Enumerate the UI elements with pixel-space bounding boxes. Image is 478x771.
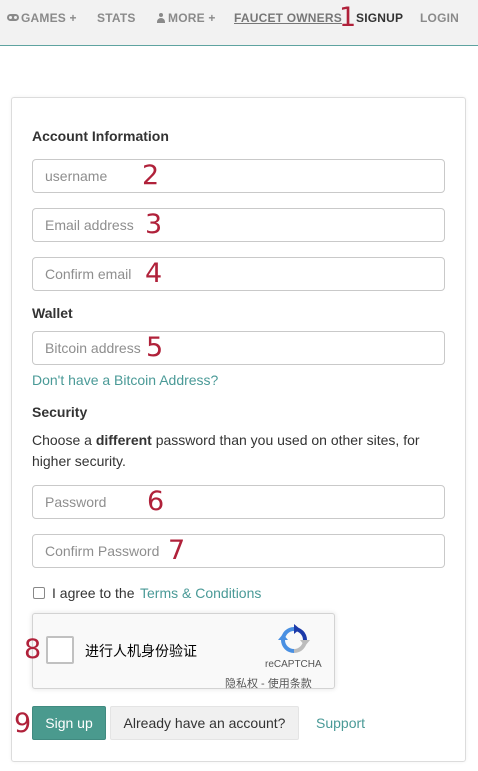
account-information-heading: Account Information: [32, 128, 169, 144]
annotation-9: 9: [14, 708, 32, 739]
top-navbar: GAMES + STATS MORE + FAUCET OWNERS SIGNU…: [0, 0, 478, 46]
email-input[interactable]: [32, 208, 445, 242]
annotation-8: 8: [24, 634, 42, 665]
nav-more-label: MORE +: [168, 11, 216, 25]
nav-signup[interactable]: SIGNUP: [356, 11, 403, 25]
security-text-bold: different: [95, 432, 152, 448]
gamepad-icon: [7, 14, 19, 21]
recaptcha-brand: reCAPTCHA: [265, 659, 322, 670]
agree-terms-checkbox[interactable]: [33, 587, 45, 599]
bitcoin-address-input[interactable]: [32, 331, 445, 365]
signup-button[interactable]: Sign up: [32, 706, 106, 740]
nav-faucet-owners[interactable]: FAUCET OWNERS: [234, 11, 342, 25]
already-have-account-button[interactable]: Already have an account?: [110, 706, 299, 740]
nav-games-label: GAMES +: [21, 11, 77, 25]
recaptcha-logo-icon: [278, 624, 310, 653]
annotation-5: 5: [146, 332, 164, 363]
user-icon: [156, 13, 166, 23]
password-input[interactable]: [32, 485, 445, 519]
annotation-6: 6: [147, 486, 165, 517]
nav-games[interactable]: GAMES +: [7, 11, 77, 25]
confirm-password-input[interactable]: [32, 534, 445, 568]
recaptcha-privacy-terms[interactable]: 隐私权 - 使用条款: [225, 675, 312, 691]
agree-text: I agree to the: [52, 585, 135, 601]
recaptcha-checkbox[interactable]: [46, 636, 74, 664]
annotation-2: 2: [142, 160, 160, 191]
security-description: Choose a different password than you use…: [32, 430, 452, 472]
annotation-1: 1: [339, 2, 357, 33]
wallet-heading: Wallet: [32, 305, 73, 321]
recaptcha-label: 进行人机身份验证: [85, 643, 197, 659]
annotation-4: 4: [145, 258, 163, 289]
annotation-3: 3: [145, 209, 163, 240]
username-input[interactable]: [32, 159, 445, 193]
recaptcha-widget: 进行人机身份验证 reCAPTCHA 隐私权 - 使用条款: [32, 613, 335, 691]
terms-conditions-link[interactable]: Terms & Conditions: [140, 585, 261, 601]
nav-stats[interactable]: STATS: [97, 11, 136, 25]
annotation-7: 7: [168, 535, 186, 566]
security-text-part-1: Choose a: [32, 432, 96, 448]
no-bitcoin-address-link[interactable]: Don't have a Bitcoin Address?: [32, 372, 218, 388]
security-heading: Security: [32, 404, 88, 420]
nav-more[interactable]: MORE +: [156, 11, 216, 25]
confirm-email-input[interactable]: [32, 257, 445, 291]
nav-login[interactable]: LOGIN: [420, 11, 459, 25]
support-link[interactable]: Support: [316, 715, 365, 731]
